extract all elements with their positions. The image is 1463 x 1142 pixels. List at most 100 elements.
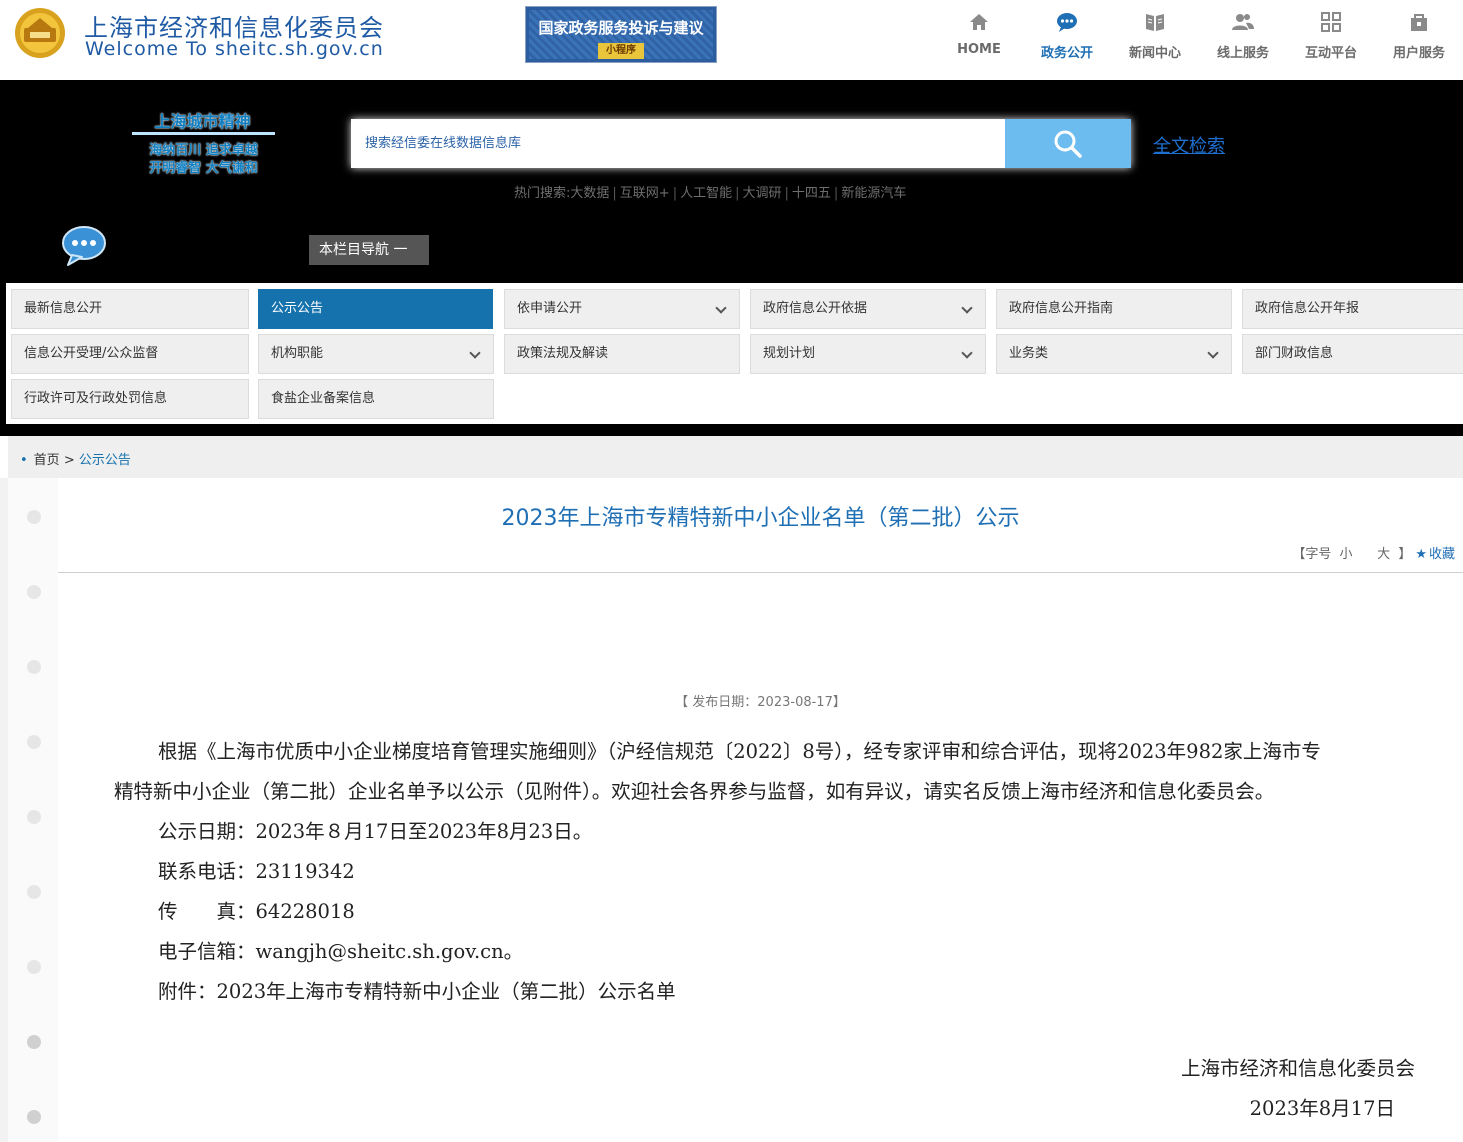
nav-label: 政务公开 [1040, 46, 1093, 61]
cat-latest-disclosure[interactable]: 最新信息公开 [11, 289, 249, 329]
paragraph-intro-line-1: 根据《上海市优质中小企业梯度培育管理实施细则》（沪经信规范〔2022〕8号），经… [158, 740, 1321, 763]
hot-search-item[interactable]: 大调研 [743, 186, 782, 201]
category-grid: 最新信息公开 公示公告 依申请公开 政府信息公开依据 政府信息公开指南 政府信息… [0, 283, 1463, 425]
cat-disclosure-guide[interactable]: 政府信息公开指南 [996, 289, 1232, 329]
emblem-logo-icon[interactable] [8, 6, 72, 60]
separator: | [735, 186, 740, 201]
breadcrumb-separator: > [63, 453, 75, 468]
cat-label: 公示公告 [271, 301, 324, 316]
banner-title: 国家政务服务投诉与建议 [538, 19, 704, 37]
chevron-down-icon [1207, 347, 1219, 359]
font-small-button[interactable]: 小 [1339, 547, 1352, 562]
decor-dot [27, 810, 41, 824]
grid-icon [1321, 12, 1341, 32]
nav-label: 互动平台 [1304, 46, 1357, 61]
spirit-divider [132, 132, 275, 135]
cat-label: 政府信息公开依据 [763, 301, 868, 316]
cat-business[interactable]: 业务类 [996, 334, 1232, 374]
cat-label: 机构职能 [271, 346, 324, 361]
cat-label: 部门财政信息 [1255, 346, 1334, 361]
chat-icon [1057, 13, 1077, 32]
cat-label: 最新信息公开 [24, 301, 103, 316]
cat-salt-filing[interactable]: 食盐企业备案信息 [258, 379, 494, 419]
spirit-line-1: 海纳百川 追求卓越 [149, 143, 258, 158]
nav-news-center[interactable]: 新闻中心 [1111, 0, 1199, 80]
search-box [351, 119, 1131, 168]
cat-label: 规划计划 [763, 346, 816, 361]
chat-bubble-icon[interactable] [60, 224, 108, 266]
fulltext-search-link[interactable]: 全文检索 [1153, 132, 1225, 158]
cat-annual-report[interactable]: 政府信息公开年报 [1242, 289, 1463, 329]
hot-search-item[interactable]: 人工智能 [680, 186, 732, 201]
favorite-button[interactable]: 收藏 [1429, 547, 1455, 562]
chevron-down-icon [961, 302, 973, 314]
cat-announcements[interactable]: 公示公告 [258, 289, 493, 329]
home-icon [970, 14, 988, 30]
cat-label: 业务类 [1009, 346, 1049, 361]
search-button[interactable] [1005, 119, 1131, 168]
paragraph-intro-line-2: 精特新中小企业（第二批）企业名单予以公示（见附件）。欢迎社会各界参与监督，如有异… [114, 780, 1275, 803]
title-divider [58, 572, 1463, 573]
cat-policies[interactable]: 政策法规及解读 [504, 334, 740, 374]
nav-label: 用户服务 [1392, 46, 1445, 61]
nav-online-service[interactable]: 线上服务 [1199, 0, 1287, 80]
decor-dot [27, 585, 41, 599]
contact-email: 电子信箱：wangjh@sheitc.sh.gov.cn。 [158, 940, 524, 963]
nav-government-affairs[interactable]: 政务公开 [1023, 0, 1111, 80]
city-spirit-badge[interactable]: 上海城市精神 海纳百川 追求卓越 开明睿智 大气谦和 [130, 108, 280, 178]
nav-user-service[interactable]: 用户服务 [1375, 0, 1463, 80]
font-size-label: 【字号 [1292, 547, 1332, 562]
cat-label: 依申请公开 [517, 301, 583, 316]
site-title-en[interactable]: Welcome To sheitc.sh.gov.cn [85, 38, 384, 60]
section-nav-toggle[interactable]: 本栏目导航 一 [309, 235, 429, 265]
hot-searches: 热门搜索:大数据 | 互联网+ | 人工智能 | 大调研 | 十四五 | 新能源汽车 [514, 182, 906, 201]
separator: | [833, 186, 839, 201]
contact-fax: 传 真：64228018 [158, 900, 355, 923]
cat-finance-info[interactable]: 部门财政信息 [1242, 334, 1463, 374]
band-bottom-edge [0, 424, 1463, 436]
attachment-link[interactable]: 附件：2023年上海市专精特新中小企业（第二批）公示名单 [114, 972, 1414, 1012]
hot-search-label: 热门搜索: [514, 186, 571, 201]
complaint-miniprogram-banner[interactable]: 国家政务服务投诉与建议 小程序 [525, 6, 717, 63]
search-input[interactable] [351, 119, 1005, 168]
nav-home[interactable]: HOME [935, 0, 1023, 80]
cat-public-supervision[interactable]: 信息公开受理/公众监督 [11, 334, 249, 374]
left-edge-strip [0, 478, 8, 1142]
signature-organization: 上海市经济和信息化委员会 [1180, 1057, 1415, 1080]
spirit-title: 上海城市精神 [154, 112, 251, 131]
spirit-line-2: 开明睿智 大气谦和 [149, 161, 258, 176]
article-body: 根据《上海市优质中小企业梯度培育管理实施细则》（沪经信规范〔2022〕8号），经… [114, 732, 1414, 1012]
cat-disclosure-basis[interactable]: 政府信息公开依据 [750, 289, 986, 329]
hot-search-item[interactable]: 大数据 [570, 186, 609, 201]
cat-licensing-penalty[interactable]: 行政许可及行政处罚信息 [11, 379, 249, 419]
contact-phone: 联系电话：23119342 [158, 860, 355, 883]
breadcrumb: • 首页 > 公示公告 [8, 436, 1463, 478]
nav-label: HOME [957, 42, 1001, 57]
decor-dot [27, 1035, 41, 1049]
cat-label: 食盐企业备案信息 [271, 391, 376, 406]
cat-org-functions[interactable]: 机构职能 [258, 334, 494, 374]
cat-label: 信息公开受理/公众监督 [24, 346, 159, 361]
decor-dot [27, 510, 41, 524]
breadcrumb-current[interactable]: 公示公告 [79, 453, 131, 468]
chevron-down-icon [469, 347, 481, 359]
chevron-down-icon [961, 347, 973, 359]
breadcrumb-home[interactable]: 首页 [34, 453, 60, 468]
bullet-icon: • [20, 453, 28, 468]
nav-label: 新闻中心 [1128, 46, 1181, 61]
nav-interaction-platform[interactable]: 互动平台 [1287, 0, 1375, 80]
decor-dot [27, 660, 41, 674]
font-size-label-close: 】 [1398, 547, 1412, 562]
notice-period: 公示日期：2023年８月17日至2023年8月23日。 [158, 820, 593, 843]
cat-on-request[interactable]: 依申请公开 [504, 289, 740, 329]
cat-plans[interactable]: 规划计划 [750, 334, 986, 374]
decor-dot [27, 960, 41, 974]
left-decorative-dots [8, 478, 58, 1142]
chevron-down-icon [715, 302, 727, 314]
font-large-button[interactable]: 大 [1377, 547, 1390, 562]
hot-search-item[interactable]: 十四五 [792, 186, 831, 201]
star-icon[interactable]: ★ [1415, 547, 1427, 562]
hot-search-item[interactable]: 新能源汽车 [841, 186, 906, 201]
font-size-controls: 【字号 小 大 】 ★ 收藏 [1290, 543, 1457, 562]
hot-search-item[interactable]: 互联网+ [620, 186, 670, 201]
